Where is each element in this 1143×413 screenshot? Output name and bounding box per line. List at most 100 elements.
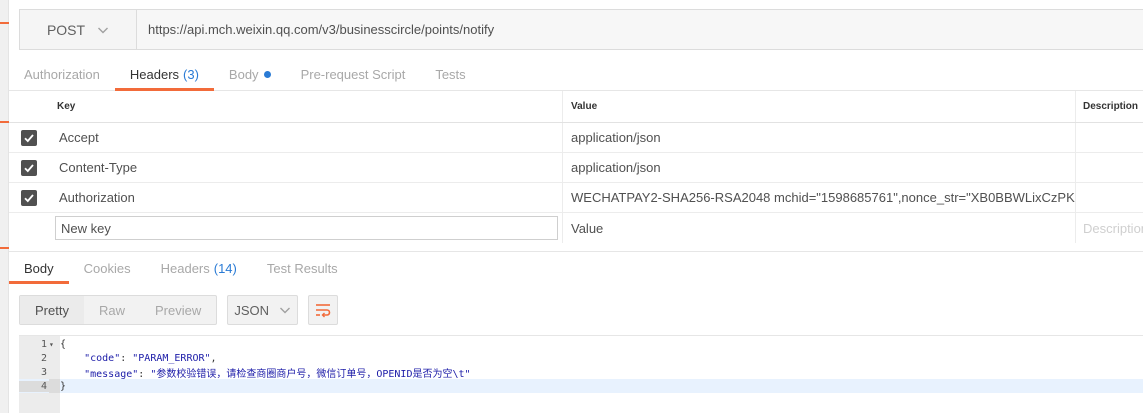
response-toolbar: Pretty Raw Preview JSON: [19, 295, 339, 325]
tab-label: Cookies: [83, 260, 131, 276]
header-value-cell[interactable]: WECHATPAY2-SHA256-RSA2048 mchid="1598685…: [563, 183, 1076, 212]
format-label: JSON: [234, 302, 270, 318]
header-enabled-checkbox[interactable]: [21, 159, 37, 176]
tab-count: (3): [183, 66, 199, 82]
header-key-cell[interactable]: Content-Type: [49, 153, 563, 182]
url-text: https://api.mch.weixin.qq.com/v3/busines…: [148, 22, 495, 37]
tab-label: Body: [228, 66, 259, 82]
code-line: 4 }: [19, 379, 1143, 393]
row-check-cell: [9, 153, 49, 182]
format-dropdown[interactable]: JSON: [227, 295, 299, 325]
header-key: Accept: [59, 130, 99, 145]
header-enabled-checkbox[interactable]: [21, 189, 37, 206]
code-line: 2 "code": "PARAM_ERROR",: [19, 351, 1143, 365]
code-line: 3 "message": "参数校验错误，请检查商圈商户号，微信订单号，OPEN…: [19, 365, 1143, 380]
panel-marker: [0, 121, 9, 123]
tab-authorization[interactable]: Authorization: [9, 58, 115, 90]
code-content: "code": "PARAM_ERROR",: [84, 352, 217, 364]
new-header-row: New key Value Description: [9, 213, 1143, 243]
view-mode-group: Pretty Raw Preview: [19, 295, 218, 325]
table-row: Content-Type application/json: [9, 153, 1143, 183]
tab-count: (14): [213, 260, 237, 276]
method-label: POST: [46, 21, 86, 38]
new-key-placeholder: New key: [61, 220, 111, 236]
tab-headers[interactable]: Headers (3): [114, 58, 214, 91]
column-header-description: Description: [1083, 101, 1139, 112]
fold-arrow-icon[interactable]: ▾: [49, 340, 60, 349]
table-header-row: Key Value Description: [9, 91, 1143, 123]
new-description-input[interactable]: Description: [1076, 213, 1143, 243]
tab-pre-request-script[interactable]: Pre-request Script: [286, 58, 421, 90]
tab-tests[interactable]: Tests: [420, 58, 480, 90]
left-panel-edge: [0, 0, 9, 413]
json-value: "PARAM_ERROR": [132, 352, 211, 364]
checkmark-icon: [24, 193, 34, 202]
fold-spacer: [49, 379, 60, 393]
tab-label: Headers: [160, 260, 210, 276]
tab-label: Pre-request Script: [300, 66, 406, 82]
json-key: "message": [84, 368, 139, 380]
chevron-down-icon: [280, 307, 291, 314]
header-description-cell[interactable]: [1076, 183, 1143, 212]
new-value-input[interactable]: Value: [563, 213, 1076, 243]
header-key: Authorization: [59, 190, 135, 205]
wrap-lines-icon: [316, 304, 331, 318]
body-indicator-dot: [263, 71, 271, 78]
panel-marker: [0, 247, 9, 249]
header-value: application/json: [571, 160, 661, 175]
tab-label: Test Results: [266, 260, 338, 276]
wrap-lines-button[interactable]: [308, 295, 339, 325]
header-description-cell[interactable]: [1076, 123, 1143, 152]
column-header-value: Value: [563, 91, 1076, 122]
row-check-cell: [9, 213, 49, 243]
tab-response-headers[interactable]: Headers (14): [146, 252, 252, 284]
response-tabs: Body Cookies Headers (14) Test Results: [9, 251, 1143, 284]
preview-button[interactable]: Preview: [140, 296, 216, 324]
tab-label: Body: [24, 260, 54, 276]
close-brace: }: [60, 380, 67, 392]
tab-response-body[interactable]: Body: [9, 252, 69, 284]
chevron-down-icon: [98, 27, 109, 33]
new-key-cell: New key: [49, 213, 563, 243]
request-url-bar: POST https://api.mch.weixin.qq.com/v3/bu…: [19, 9, 1143, 50]
new-description-placeholder: Description: [1083, 220, 1143, 236]
json-value: "参数校验错误，请检查商圈商户号，微信订单号，OPENID是否为空\t": [150, 368, 471, 380]
headers-table: Key Value Description Accept application…: [9, 91, 1143, 243]
table-row: Authorization WECHATPAY2-SHA256-RSA2048 …: [9, 183, 1143, 213]
url-input[interactable]: https://api.mch.weixin.qq.com/v3/busines…: [137, 10, 1143, 49]
panel-marker: [0, 22, 9, 24]
response-body-editor[interactable]: 1 ▾ { 2 "code": "PARAM_ERROR", 3 "messag…: [19, 335, 1143, 413]
code-content: "message": "参数校验错误，请检查商圈商户号，微信订单号，OPENID…: [84, 368, 471, 380]
header-value-cell[interactable]: application/json: [563, 153, 1076, 182]
pretty-button[interactable]: Pretty: [20, 296, 84, 324]
method-dropdown[interactable]: POST: [20, 10, 137, 49]
table-row: Accept application/json: [9, 123, 1143, 153]
header-value-cell[interactable]: application/json: [563, 123, 1076, 152]
header-description-cell[interactable]: [1076, 153, 1143, 182]
new-value-placeholder: Value: [571, 220, 604, 236]
header-key-cell[interactable]: Authorization: [49, 183, 563, 212]
tab-cookies[interactable]: Cookies: [69, 252, 146, 284]
tab-label: Headers: [129, 66, 180, 82]
header-value: WECHATPAY2-SHA256-RSA2048 mchid="1598685…: [571, 190, 1076, 205]
tab-label: Authorization: [24, 66, 100, 82]
tab-label: Tests: [435, 66, 466, 82]
row-check-cell: [9, 183, 49, 212]
tab-body[interactable]: Body: [214, 58, 286, 90]
row-check-cell: [9, 123, 49, 152]
code-line: 1 ▾ {: [19, 337, 1143, 351]
header-key: Content-Type: [59, 160, 138, 175]
header-check-cell: [9, 91, 49, 122]
line-number: 1: [40, 338, 47, 350]
new-key-input[interactable]: New key: [55, 216, 558, 240]
header-value: application/json: [571, 130, 661, 145]
header-key-cell[interactable]: Accept: [49, 123, 563, 152]
open-brace: {: [60, 338, 67, 350]
column-header-key: Key: [49, 91, 563, 122]
json-key: "code": [84, 352, 121, 364]
line-number: 3: [40, 366, 47, 378]
tab-test-results[interactable]: Test Results: [252, 252, 353, 284]
checkmark-icon: [24, 133, 34, 142]
raw-button[interactable]: Raw: [84, 296, 140, 324]
header-enabled-checkbox[interactable]: [21, 129, 37, 146]
